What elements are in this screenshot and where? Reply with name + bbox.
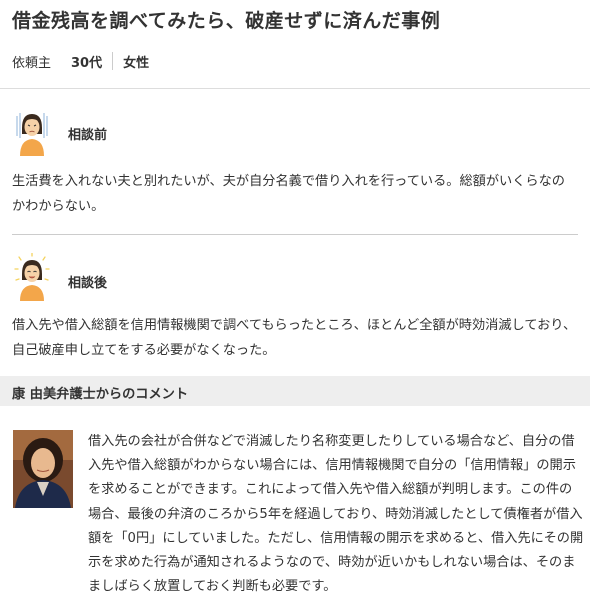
page-title: 借金残高を調べてみたら、破産せずに済んだ事例 xyxy=(12,10,441,32)
client-label: 依頼主 xyxy=(12,55,52,71)
divider xyxy=(12,234,578,235)
client-gender: 女性 xyxy=(123,55,150,71)
after-label: 相談後 xyxy=(68,276,108,291)
before-label: 相談前 xyxy=(68,128,108,143)
worried-woman-icon xyxy=(14,108,50,156)
client-age: 30代 xyxy=(71,55,103,71)
client-info: 依頼主 30代 女性 xyxy=(12,52,150,71)
comment-heading: 康 由美弁護士からのコメント xyxy=(12,387,189,402)
before-text: 生活費を入れない夫と別れたいが、夫が自分名義で借り入れを行っている。総額がいくら… xyxy=(12,174,565,214)
divider xyxy=(112,52,114,70)
divider xyxy=(0,88,590,89)
happy-woman-icon xyxy=(14,252,50,301)
comment-text: 借入先の会社が合併などで消滅したり名称変更したりしている場合など、自分の借入先や… xyxy=(88,434,584,595)
after-text: 借入先や借入総額を信用情報機関で調べてもらったところ、ほとんど全額が時効消滅して… xyxy=(12,318,577,358)
lawyer-photo xyxy=(13,430,73,508)
